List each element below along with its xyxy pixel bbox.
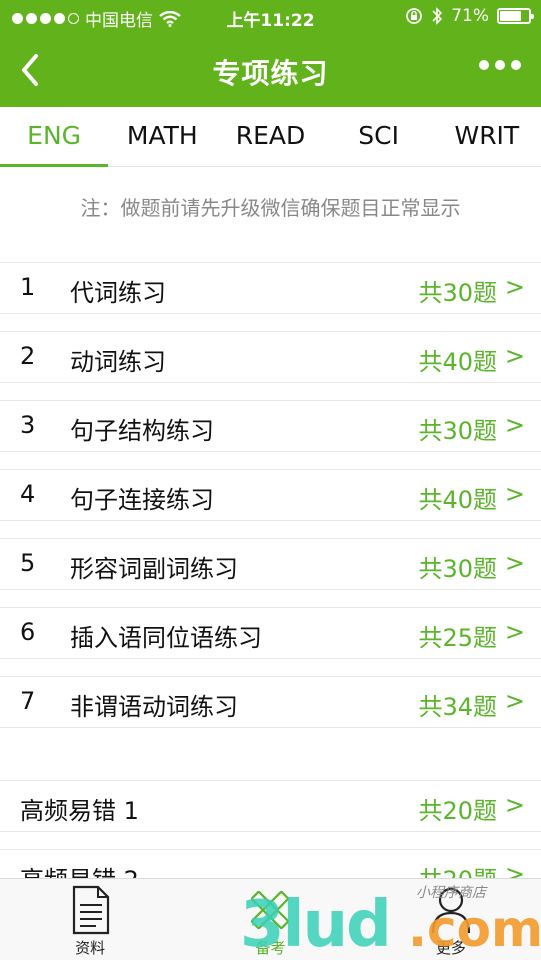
item-count: 共30题	[418, 279, 497, 307]
list-item[interactable]: 3 句子结构练习 共30题 >	[0, 400, 541, 452]
item-name: 代词练习	[70, 279, 166, 307]
item-count: 共30题	[418, 417, 497, 445]
item-name: 高频易错 1	[20, 797, 139, 825]
battery-percent: 71%	[451, 6, 489, 26]
item-name: 非谓语动词练习	[70, 693, 238, 721]
item-number: 7	[20, 687, 36, 715]
item-number: 2	[20, 342, 36, 370]
tab-writ[interactable]: WRIT	[433, 107, 541, 166]
chevron-right-icon: >	[504, 480, 525, 508]
item-count: 共20题	[418, 797, 497, 825]
subject-tabs: ENG MATH READ SCI WRIT	[0, 107, 541, 167]
header: 中国电信 上午11:22 71% 专项练习	[0, 0, 541, 107]
list-item[interactable]: 7 非谓语动词练习 共34题 >	[0, 676, 541, 728]
chevron-right-icon: >	[504, 549, 525, 577]
list-item[interactable]: 4 句子连接练习 共40题 >	[0, 469, 541, 521]
list-item[interactable]: 高频易错 1 共20题 >	[0, 780, 541, 832]
item-count: 共34题	[418, 693, 497, 721]
more-menu-icon[interactable]	[479, 60, 521, 70]
document-icon	[73, 885, 110, 935]
tabbar-label: 备考	[255, 939, 286, 957]
item-count: 共30题	[418, 555, 497, 583]
tabbar-label: 资料	[75, 939, 106, 957]
bottom-tab-bar: 资料 备考 更多	[0, 878, 541, 960]
item-count: 共40题	[418, 486, 497, 514]
status-right: 71%	[405, 6, 534, 26]
item-number: 6	[20, 618, 36, 646]
nav-bar: 专项练习	[0, 40, 541, 102]
chevron-right-icon: >	[504, 411, 525, 439]
list-item[interactable]: 1 代词练习 共30题 >	[0, 262, 541, 314]
tabbar-label: 更多	[435, 939, 466, 957]
page-title: 专项练习	[212, 57, 329, 90]
chevron-right-icon: >	[504, 618, 525, 646]
exercise-list: 1 代词练习 共30题 > 2 动词练习 共40题 > 3 句子结构练习 共30…	[0, 262, 541, 745]
chevron-right-icon: >	[504, 273, 525, 301]
tabbar-item-materials[interactable]: 资料	[0, 879, 180, 960]
chevron-right-icon: >	[504, 687, 525, 715]
battery-icon	[497, 8, 534, 24]
item-count: 共25题	[418, 624, 497, 652]
item-name: 形容词副词练习	[70, 555, 238, 583]
chevron-right-icon: >	[504, 342, 525, 370]
notice-text: 注：做题前请先升级微信确保题目正常显示	[80, 196, 461, 220]
list-item[interactable]: 6 插入语同位语练习 共25题 >	[0, 607, 541, 659]
item-count: 共40题	[418, 348, 497, 376]
chevron-right-icon: >	[504, 791, 525, 819]
bluetooth-icon	[432, 7, 443, 25]
tabbar-item-more[interactable]: 更多	[361, 879, 541, 960]
person-icon	[431, 887, 470, 934]
list-item[interactable]: 5 形容词副词练习 共30题 >	[0, 538, 541, 590]
tab-read[interactable]: READ	[216, 107, 324, 166]
ruler-pencil-icon	[251, 890, 290, 930]
tab-sci[interactable]: SCI	[325, 107, 433, 166]
item-name: 插入语同位语练习	[70, 624, 262, 652]
item-number: 1	[20, 273, 36, 301]
item-number: 3	[20, 411, 36, 439]
item-name: 动词练习	[70, 348, 166, 376]
list-item[interactable]: 2 动词练习 共40题 >	[0, 331, 541, 383]
item-name: 句子连接练习	[70, 486, 214, 514]
item-number: 5	[20, 549, 36, 577]
item-name: 句子结构练习	[70, 417, 214, 445]
status-bar: 中国电信 上午11:22 71%	[0, 0, 541, 34]
item-number: 4	[20, 480, 36, 508]
tab-eng[interactable]: ENG	[0, 107, 109, 167]
rotation-lock-icon	[406, 8, 423, 24]
tabbar-item-prep[interactable]: 备考	[180, 879, 360, 960]
tab-math[interactable]: MATH	[108, 107, 216, 166]
